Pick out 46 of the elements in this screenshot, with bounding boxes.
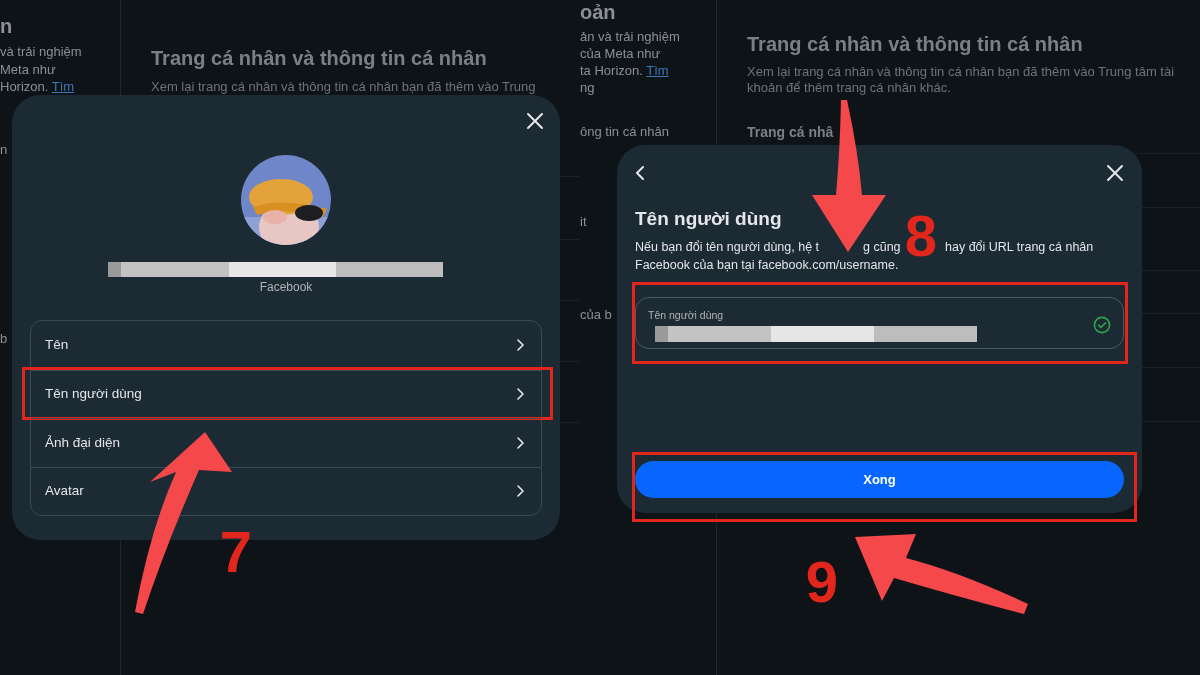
sidebar-text: ta Horizon. [580,63,643,78]
chevron-right-icon [516,388,525,401]
sidebar-text: Meta như [0,60,56,78]
step-number: 8 [904,203,938,268]
learn-more-link[interactable]: Tìm [51,79,75,94]
sidebar-text: và trải nghiệm [0,43,82,61]
page-heading: Trang cá nhân và thông tin cá nhân [747,32,1084,57]
sidebar-heading: n [0,14,13,38]
sidebar-text: b [0,330,8,348]
page-description: Xem lại trang cá nhân và thông tin cá nhân bạn đã thêm vào Trung [151,78,537,96]
sidebar-text: ông tin cá nhân [580,123,669,140]
done-button[interactable]: Xong [635,461,1124,498]
chevron-right-icon [516,339,525,352]
close-button[interactable] [526,112,544,130]
description-fragment: g cũng [863,239,901,256]
back-icon [635,166,645,180]
close-icon [1106,164,1124,182]
sidebar-text: của Meta như [580,45,661,62]
page-heading: Trang cá nhân và thông tin cá nhân [151,46,488,71]
dialog-description: Facebook của bạn tại facebook.com/username. [635,258,899,272]
close-button[interactable] [1106,164,1124,182]
sidebar-text: của b [580,306,612,323]
field-label: Tên người dùng [648,308,725,322]
learn-more-link[interactable]: Tìm [646,63,669,78]
back-button[interactable] [635,164,645,182]
page-description: Xem lại trang cá nhân và thông tin cá nhân bạn đã thêm vào Trung tâm tài [747,64,1176,80]
chevron-right-icon [516,485,525,498]
sidebar-heading: oản [580,0,616,24]
sidebar-text: ản và trải nghiệm [580,28,680,45]
description-fragment: Nếu bạn đổi tên người dùng, hệ t [635,239,820,256]
sidebar-text: Horizon. [0,79,49,94]
close-icon [526,112,544,130]
settings-row[interactable]: Tên [31,321,541,370]
sidebar-text: ng [580,79,595,96]
step-number: 9 [805,549,839,614]
sidebar-text: it [580,213,587,230]
chevron-right-icon [516,436,525,449]
account-type-label: Facebook [259,280,313,295]
description-fragment: hay đổi URL trang cá nhân [945,239,1094,256]
dialog-title: Tên người dùng [635,207,783,231]
page-description: khoản để thêm trang cá nhân khác. [747,80,952,96]
username-field[interactable]: Tên người dùng [635,297,1124,349]
settings-row[interactable]: Tên người dùng [31,369,541,418]
sidebar-text: n [0,140,8,158]
section-heading: Trang cá nhâ [747,123,835,141]
step-number: 7 [219,519,253,584]
